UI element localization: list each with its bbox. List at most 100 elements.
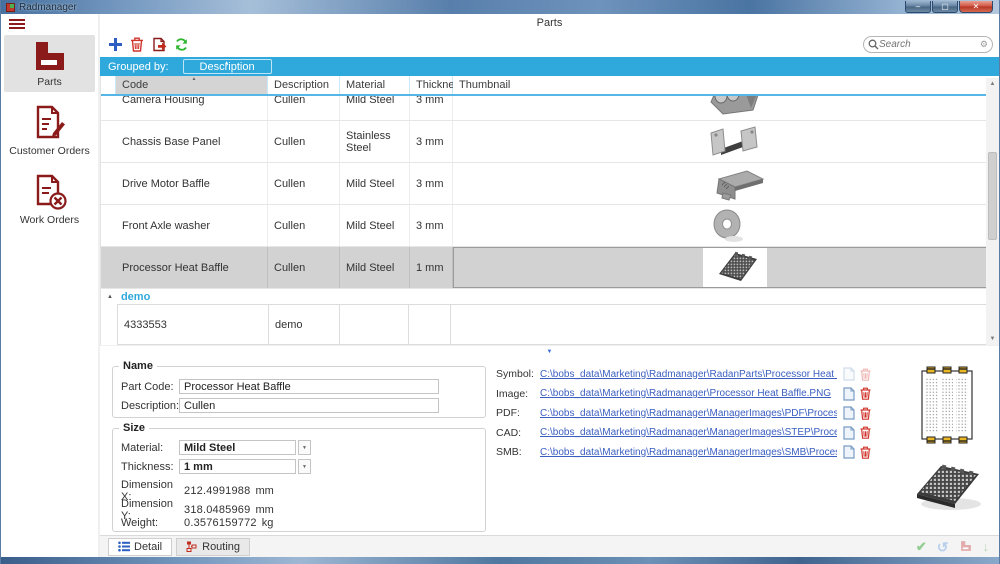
column-header-thickness[interactable]: Thickness [410,76,453,94]
weight-value: 0.3576159772 [184,517,257,529]
open-file-button[interactable] [843,445,855,459]
size-group-title: Size [119,422,149,434]
table-row[interactable]: 4333553 demo [103,304,999,345]
work-orders-icon [31,174,69,210]
close-button[interactable]: ✕ [959,1,993,13]
delete-part-button[interactable] [126,35,148,55]
delete-file-button[interactable] [860,445,871,459]
thumbnail-chassis-base-panel [703,123,765,161]
tab-detail[interactable]: Detail [108,538,172,556]
part-code-label: Part Code: [121,381,179,393]
menu-hamburger-icon[interactable] [9,19,25,31]
group-header-demo[interactable]: ▲ demo [101,289,999,304]
thickness-dropdown-icon[interactable]: ▼ [298,459,311,474]
panel-splitter[interactable]: ▼ [100,345,999,358]
group-collapse-icon[interactable]: ▲ [107,294,113,300]
delete-file-button [860,367,871,381]
column-header-thumbnail[interactable]: Thumbnail [453,76,999,94]
table-row[interactable]: Chassis Base Panel Cullen Stainless Stee… [101,121,999,163]
window-bottom-border [1,557,999,564]
file-row-pdf: PDF: C:\bobs_data\Marketing\Radmanager\M… [496,406,871,420]
column-header-material[interactable]: Material [340,76,410,94]
export-part-button[interactable] [148,35,170,55]
export-page-icon [152,37,167,52]
delete-file-button[interactable] [860,406,871,420]
group-by-description-chip[interactable]: ▲ Description [183,59,272,74]
trash-icon [860,368,871,381]
thickness-combobox[interactable]: 1 mm [179,459,296,474]
sidebar-item-work-orders[interactable]: Work Orders [4,169,95,230]
material-dropdown-icon[interactable]: ▼ [298,440,311,455]
table-row-selected[interactable]: Processor Heat Baffle Cullen Mild Steel … [101,247,999,289]
symbol-path-link[interactable]: C:\bobs_data\Marketing\Radmanager\RadanP… [540,369,837,380]
grouping-bar: Grouped by: ▲ Description [100,57,999,76]
material-combobox[interactable]: Mild Steel [179,440,296,455]
bottom-tab-bar: Detail Routing ✔ ↺ [100,535,999,557]
cad-path-link[interactable]: C:\bobs_data\Marketing\Radmanager\Manage… [540,427,837,438]
detail-panel: Name Part Code: Description: Size Materi… [100,358,999,535]
plus-icon [108,37,123,52]
trash-icon [130,37,144,52]
document-icon [843,445,855,459]
thumbnail-camera-housing [703,96,765,120]
table-row[interactable]: Camera Housing Cullen Mild Steel 3 mm [101,96,999,121]
maximize-button[interactable]: ▢ [932,1,958,13]
table-header: ▲ Code Description Material Thickness Th… [101,76,999,96]
column-header-code[interactable]: ▲ Code [116,76,268,94]
trash-icon [860,387,871,400]
document-icon [843,387,855,401]
thumbnail-processor-heat-baffle [709,248,761,284]
trash-icon [860,407,871,420]
grouped-by-label: Grouped by: [108,61,169,73]
smb-path-link[interactable]: C:\bobs_data\Marketing\Radmanager\Manage… [540,447,837,458]
part-3d-preview [909,458,985,517]
refresh-button[interactable] [170,35,192,55]
scroll-up-icon[interactable]: ▲ [990,78,996,90]
app-window: Radmanager – ▢ ✕ Parts [0,0,1000,564]
parts-action-icon[interactable] [959,540,973,554]
table-row[interactable]: Drive Motor Baffle Cullen Mild Steel 3 m… [101,163,999,205]
minimize-button[interactable]: – [905,1,931,13]
search-options-gear-icon[interactable]: ⚙ [980,40,988,49]
dimension-y-value: 318.0485969 [184,504,250,516]
search-box[interactable]: ⚙ [863,36,993,53]
search-input[interactable] [879,39,980,50]
sort-ascending-icon: ▲ [192,76,197,82]
trash-icon [860,426,871,439]
detail-list-icon [118,541,130,552]
document-icon [843,406,855,420]
document-icon [843,426,855,440]
add-part-button[interactable] [104,35,126,55]
refresh-icon [174,37,189,52]
title-bar[interactable]: Radmanager – ▢ ✕ [1,0,999,14]
apply-check-icon[interactable]: ✔ [916,540,927,553]
document-icon [843,367,855,381]
open-file-button[interactable] [843,406,855,420]
table-rows: Camera Housing Cullen Mild Steel 3 mm [101,96,999,345]
part-code-field[interactable] [179,379,439,394]
description-label: Description: [121,400,179,412]
name-groupbox: Name Part Code: Description: [112,366,486,418]
tab-routing[interactable]: Routing [176,538,250,556]
splitter-collapse-icon[interactable]: ▼ [547,349,553,355]
scroll-down-icon[interactable]: ▼ [990,333,996,345]
delete-file-button[interactable] [860,426,871,440]
open-file-button[interactable] [843,387,855,401]
delete-file-button[interactable] [860,387,871,401]
column-header-description[interactable]: Description [268,76,340,94]
sidebar-item-label: Parts [6,76,93,88]
image-path-link[interactable]: C:\bobs_data\Marketing\Radmanager\Proces… [540,388,837,399]
sidebar-item-parts[interactable]: Parts [4,35,95,92]
scrollbar-thumb[interactable] [988,152,997,240]
open-file-button [843,367,855,381]
download-icon[interactable]: ↓ [983,540,990,553]
sidebar-item-customer-orders[interactable]: Customer Orders [4,100,95,161]
symbol-preview [919,365,975,448]
sidebar: Parts Customer Orders [1,14,98,557]
table-scrollbar[interactable]: ▲ ▼ [986,78,999,345]
description-field[interactable] [179,398,439,413]
pdf-path-link[interactable]: C:\bobs_data\Marketing\Radmanager\Manage… [540,408,837,419]
table-row[interactable]: Front Axle washer Cullen Mild Steel 3 mm [101,205,999,247]
open-file-button[interactable] [843,426,855,440]
undo-icon[interactable]: ↺ [937,540,949,554]
